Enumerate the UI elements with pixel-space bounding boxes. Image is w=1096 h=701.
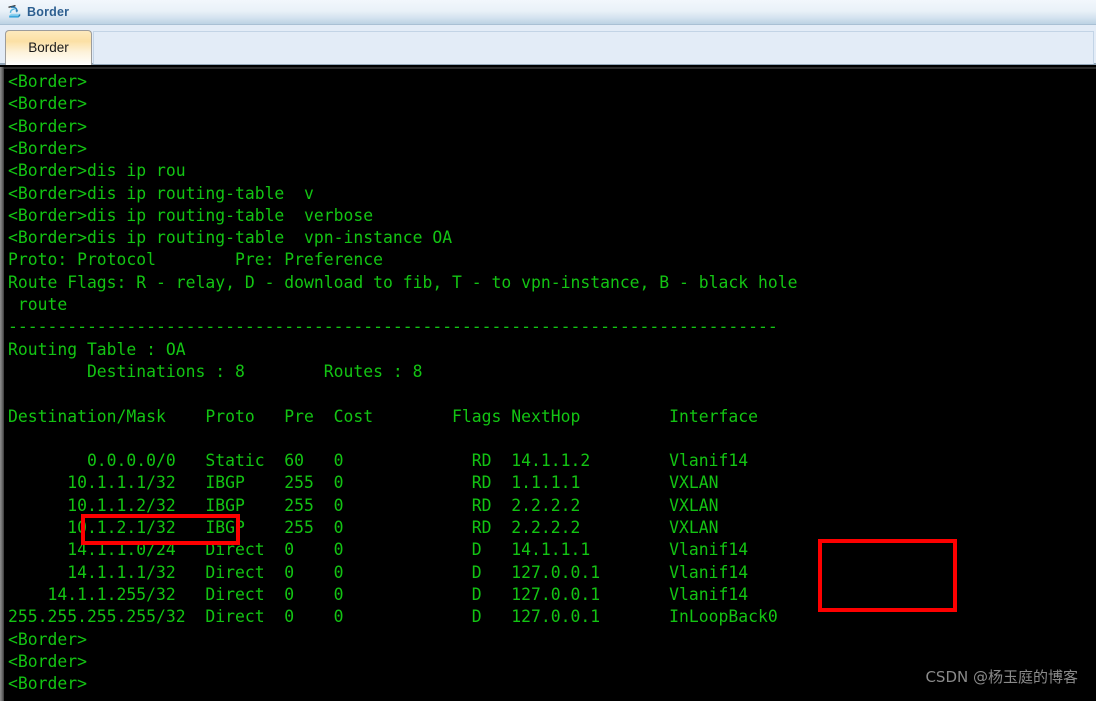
terminal-line: <Border>dis ip rou [8,161,186,181]
router-device-icon [6,4,22,20]
tab-border[interactable]: Border [5,30,92,65]
window-title: Border [27,4,70,19]
terminal-line: <Border> [8,629,87,649]
terminal-line: 14.1.1.255/32 Direct 0 0 D 127.0.0.1 Vla… [8,584,749,604]
tab-strip-filler [93,31,1094,64]
terminal-line: <Border> [8,651,87,671]
terminal-line: <Border> [8,138,87,158]
terminal-output: <Border> <Border> <Border> <Border> <Border>… [4,69,1096,701]
terminal-line: <Border> [8,94,87,114]
terminal-line: 10.1.2.1/32 IBGP 255 0 RD 2.2.2.2 VXLAN [8,518,719,537]
terminal-line: <Border> [8,72,87,91]
terminal-line: 255.255.255.255/32 Direct 0 0 D 127.0.0.… [8,607,778,627]
terminal-line: 14.1.1.0/24 Direct 0 0 D 14.1.1.1 Vlanif… [8,540,749,560]
terminal-line: Destinations : 8 Routes : 8 [8,361,423,381]
watermark-text: CSDN @杨玉庭的博客 [925,668,1078,686]
terminal-line: <Border> [8,116,87,136]
terminal-line: 10.1.1.2/32 IBGP 255 0 RD 2.2.2.2 VXLAN [8,495,719,515]
terminal-line: Route Flags: R - relay, D - download to … [8,272,798,292]
terminal-line: <Border> [8,674,87,694]
terminal-line: 10.1.1.1/32 IBGP 255 0 RD 1.1.1.1 VXLAN [8,473,719,493]
tab-strip: Border [0,25,1096,65]
window-titlebar: Border [0,0,1096,25]
terminal-line: 14.1.1.1/32 Direct 0 0 D 127.0.0.1 Vlani… [8,562,749,582]
terminal-line: route [8,295,68,314]
tab-border-label: Border [28,40,69,56]
terminal-line: Proto: Protocol Pre: Preference [8,250,383,270]
terminal-line: <Border>dis ip routing-table vpn-instanc… [8,228,453,248]
terminal-line: <Border>dis ip routing-table verbose [8,205,374,225]
terminal-line: 0.0.0.0/0 Static 60 0 RD 14.1.1.2 Vlanif… [8,451,749,471]
terminal-area[interactable]: <Border> <Border> <Border> <Border> <Border>… [0,67,1096,701]
terminal-window: Border Border <Border> <Border> <Border> <B… [0,0,1096,701]
terminal-line: <Border>dis ip routing-table v [8,183,314,203]
terminal-line: ----------------------------------------… [8,317,778,337]
terminal-line: Destination/Mask Proto Pre Cost Flags Ne… [8,406,758,426]
terminal-line: Routing Table : OA [8,339,186,359]
